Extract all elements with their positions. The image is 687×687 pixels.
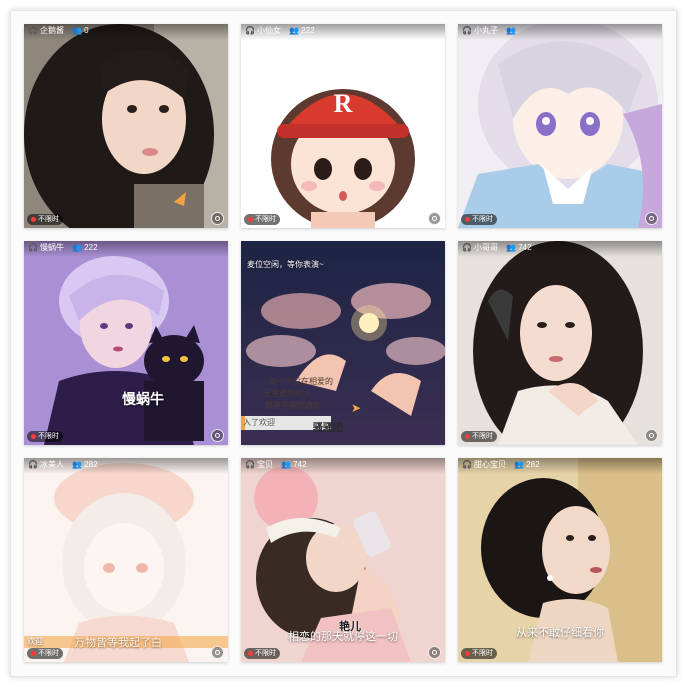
headset-icon: 🎧 [28, 26, 38, 35]
card-7-cover-image [24, 458, 228, 662]
card-5-cover-image [241, 241, 445, 445]
status-badge: 不限时 [461, 214, 497, 225]
card-4-header: 🎧 慢蜗牛 👥 222 [24, 241, 228, 257]
handwriting-line-1: 每一个没在相爱的 [269, 377, 333, 386]
status-badge: 不限时 [461, 431, 497, 442]
record-button-icon[interactable] [428, 212, 441, 225]
record-button-icon[interactable] [211, 212, 224, 225]
people-icon: 👥 [72, 26, 83, 35]
live-dot-icon [31, 651, 36, 656]
headset-icon: 🎧 [462, 243, 472, 252]
headset-icon: 🎧 [28, 243, 38, 252]
card-3-cover-image [458, 24, 662, 228]
card-2-cover-image: R [241, 24, 445, 228]
card-4-watermark-text: 慢蜗牛 [122, 391, 164, 407]
card-9-caption: 从来不敢仔细看你 [516, 627, 604, 639]
card-7-header: 🎧 冰美人 👥 282 [24, 458, 228, 474]
people-icon: 👥 [506, 26, 517, 35]
image-collage-grid: 🎧 企鹅酱 👥 0 不限时 R 🎧 小仙女 👥 222 不限时 🎧 小丸子 👥 … [10, 10, 677, 677]
headset-icon: 🎧 [245, 460, 255, 469]
live-dot-icon [248, 651, 253, 656]
card-1-header: 🎧 企鹅酱 👥 0 [24, 24, 228, 40]
room-card-2[interactable]: R 🎧 小仙女 👥 222 不限时 [241, 24, 445, 228]
card-8-caption: 相恋的那天就停这一切 [288, 631, 398, 643]
paper-plane-icon: ➤ [351, 401, 362, 415]
people-icon: 👥 [72, 243, 83, 252]
headset-icon: 🎧 [245, 26, 255, 35]
live-dot-icon [31, 434, 36, 439]
card-8-header: 🎧 宝贝 👥 742 [241, 458, 445, 474]
live-dot-icon [31, 217, 36, 222]
status-badge: 不限时 [244, 648, 280, 659]
room-card-3[interactable]: 🎧 小丸子 👥 不限时 [458, 24, 662, 228]
headset-icon: 🎧 [462, 26, 472, 35]
record-button-icon[interactable] [645, 212, 658, 225]
card-1-cover-image [24, 24, 228, 228]
room-card-6[interactable]: 🎧 小哥哥 👥 742 不限时 [458, 241, 662, 445]
status-badge: 不限时 [27, 648, 63, 659]
status-badge: 不限时 [27, 214, 63, 225]
people-icon: 👥 [289, 26, 300, 35]
live-dot-icon [248, 217, 253, 222]
room-card-1[interactable]: 🎧 企鹅酱 👥 0 不限时 [24, 24, 228, 228]
people-icon: 👥 [281, 460, 292, 469]
live-dot-icon [465, 217, 470, 222]
card-4-cover-image [24, 241, 228, 445]
status-badge: 不限时 [244, 214, 280, 225]
record-button-icon[interactable] [211, 646, 224, 659]
svg-text:R: R [334, 89, 353, 118]
card-7-welcome-label: 欢迎 [27, 637, 43, 646]
card-9-header: 🎧 甜心宝贝 👥 282 [458, 458, 662, 474]
room-card-7[interactable]: 欢迎 万物皆等我起了白 🎧 冰美人 👥 282 不限时 [24, 458, 228, 662]
room-card-4[interactable]: 慢蜗牛 🎧 慢蜗牛 👥 222 不限时 [24, 241, 228, 445]
headset-icon: 🎧 [462, 460, 472, 469]
room-card-8[interactable]: 艳儿 相恋的那天就停这一切 🎧 宝贝 👥 742 不限时 [241, 458, 445, 662]
card-2-header: 🎧 小仙女 👥 222 [241, 24, 445, 40]
room-card-9[interactable]: 从来不敢仔细看你 🎧 甜心宝贝 👥 282 不限时 [458, 458, 662, 662]
card-5-mic-message: 麦位空闲，等你表演~ [247, 260, 324, 269]
live-dot-icon [465, 434, 470, 439]
handwriting-line-3: 都是不期而遇的 [265, 401, 321, 410]
headset-icon: 🎧 [28, 460, 38, 469]
handwriting-line-2: 无关遇到的人 [263, 389, 311, 398]
card-7-caption: 万物皆等我起了白 [74, 637, 162, 649]
people-icon: 👥 [72, 460, 83, 469]
record-button-icon[interactable] [428, 646, 441, 659]
status-badge: 不限时 [461, 648, 497, 659]
record-button-icon[interactable] [645, 429, 658, 442]
card-3-header: 🎧 小丸子 👥 [458, 24, 662, 40]
live-dot-icon [465, 651, 470, 656]
card-6-cover-image [458, 241, 662, 445]
status-badge: 不限时 [27, 431, 63, 442]
people-icon: 👥 [514, 460, 525, 469]
card-5-welcome-label: 入了欢迎 [243, 418, 275, 427]
record-button-icon[interactable] [211, 429, 224, 442]
room-card-5[interactable]: 麦位空闲，等你表演~ 每一个没在相爱的 无关遇到的人 都是不期而遇的 入了欢迎 … [241, 241, 445, 445]
card-5-group-name: 骚骚团 [313, 423, 343, 434]
people-icon: 👥 [506, 243, 517, 252]
card-6-header: 🎧 小哥哥 👥 742 [458, 241, 662, 257]
